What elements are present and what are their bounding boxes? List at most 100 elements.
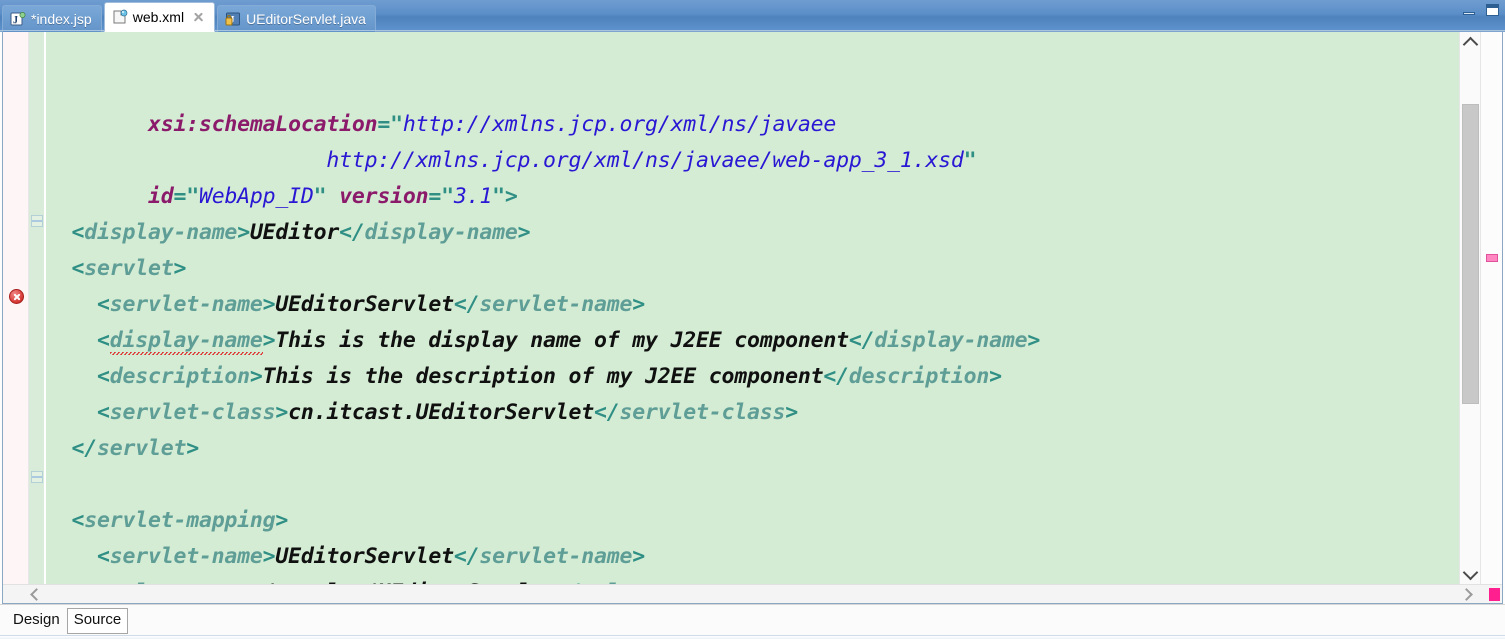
code-token: display-name [109, 328, 263, 355]
code-token: < [96, 400, 110, 425]
code-token: UEditorServlet [275, 292, 454, 317]
code-token: < [71, 256, 85, 281]
code-token: > [237, 220, 250, 245]
code-line[interactable]: <servlet> [46, 251, 1459, 287]
code-line[interactable]: <description>This is the description of … [46, 359, 1459, 395]
bottom-tab-design[interactable]: Design [6, 608, 67, 634]
code-token: > [1027, 328, 1041, 353]
editor-tabs: J *index.jsp web.xml J UEditorServlet.java [2, 0, 378, 32]
code-token: UEditorServlet [275, 544, 454, 569]
code-line[interactable]: <display-name>This is the display name o… [46, 323, 1459, 359]
code-token: servlet-mapping [84, 508, 276, 533]
code-line[interactable]: http://xmlns.jcp.org/xml/ns/javaee/web-a… [46, 143, 1459, 179]
overview-ruler-marker[interactable] [1486, 254, 1498, 262]
code-token: > [785, 400, 798, 425]
bottom-tab-source[interactable]: Source [66, 608, 129, 634]
code-token: < [71, 508, 85, 533]
code-token: < [96, 328, 110, 353]
code-line[interactable] [46, 467, 1459, 503]
error-marker-icon[interactable] [9, 289, 24, 304]
code-token: > [262, 292, 276, 317]
code-token: < [96, 364, 110, 389]
code-token: > [989, 364, 1002, 389]
code-token: 3.1 [453, 184, 493, 209]
code-token: " [390, 112, 403, 137]
chevron-up-icon[interactable] [1460, 32, 1481, 52]
editor-tab-index-jsp[interactable]: J *index.jsp [2, 5, 102, 32]
editor-tab-web-xml[interactable]: web.xml [103, 2, 216, 32]
jsp-file-icon: J [10, 12, 26, 26]
code-folding-column[interactable] [29, 32, 45, 603]
code-token: xsi:schemaLocation [147, 112, 378, 137]
editor-bottom-bar: Design Source [0, 604, 1505, 639]
code-token: > [262, 328, 276, 353]
code-token: servlet-name [109, 544, 263, 569]
code-token: servlet-name [109, 292, 263, 317]
editor-tab-ueditorservlet-java[interactable]: J UEditorServlet.java [217, 5, 376, 32]
code-line[interactable]: <display-name>UEditor</display-name> [46, 215, 1459, 251]
code-line[interactable]: <url-pattern>/servlet/UEditorServlet</ur… [46, 575, 1459, 584]
chevron-right-icon[interactable] [1458, 585, 1478, 603]
code-line[interactable]: id="WebApp_ID" version="3.1"> [46, 179, 1459, 215]
window-minimize-icon[interactable] [1461, 3, 1478, 18]
code-token: </ [71, 436, 98, 461]
vertical-scrollbar[interactable] [1459, 32, 1480, 584]
code-token: " [186, 184, 199, 209]
editor-tab-bar: J *index.jsp web.xml J UEditorServlet.java [0, 0, 1505, 32]
code-token: </ [453, 292, 480, 317]
fold-collapse-icon[interactable] [31, 471, 43, 483]
code-token: > [262, 544, 276, 569]
editor-tab-label: web.xml [132, 9, 185, 25]
annotation-gutter[interactable] [3, 32, 29, 603]
xml-file-icon [113, 9, 128, 24]
window-maximize-icon[interactable] [1484, 3, 1501, 18]
code-token: < [71, 220, 85, 245]
design-source-tabs: Design Source [6, 608, 129, 634]
eclipse-editor-window: J *index.jsp web.xml J UEditorServlet.java x… [0, 0, 1505, 639]
code-line[interactable]: </servlet> [46, 431, 1459, 467]
code-token: version [339, 184, 429, 209]
vertical-scrollbar-thumb[interactable] [1462, 104, 1479, 404]
code-line[interactable]: <servlet-name>UEditorServlet</servlet-na… [46, 539, 1459, 575]
code-token: </ [848, 328, 875, 353]
code-token: = [377, 112, 391, 137]
code-token: description [848, 364, 990, 389]
code-token: > [632, 544, 646, 569]
code-token: UEditor [249, 220, 340, 245]
code-line[interactable]: <servlet-name>UEditorServlet</servlet-na… [46, 287, 1459, 323]
code-token: description [109, 364, 250, 389]
fold-collapse-icon[interactable] [31, 215, 43, 227]
editor-tab-label: *index.jsp [31, 11, 92, 27]
horizontal-scrollbar[interactable] [3, 584, 1502, 603]
code-token: This is the display name of my J2EE comp… [275, 328, 849, 353]
chevron-left-icon[interactable] [25, 585, 45, 603]
code-token: > [517, 220, 531, 245]
code-token: WebApp_ID [198, 184, 314, 209]
code-token: = [173, 184, 187, 209]
code-line[interactable]: <servlet-class>cn.itcast.UEditorServlet<… [46, 395, 1459, 431]
code-token: display-name [84, 220, 238, 245]
code-token: </ [339, 220, 365, 245]
code-token: > [632, 292, 646, 317]
code-token: </ [594, 400, 620, 425]
close-icon[interactable] [192, 11, 205, 24]
code-area[interactable]: xsi:schemaLocation="http://xmlns.jcp.org… [46, 32, 1459, 584]
code-token: This is the description of my J2EE compo… [262, 364, 824, 389]
code-token: http://xmlns.jcp.org/xml/ns/javaee/web-a… [326, 148, 964, 173]
code-token: " [313, 184, 327, 209]
code-line[interactable]: <servlet-mapping> [46, 503, 1459, 539]
overview-ruler[interactable] [1480, 32, 1502, 596]
java-file-icon: J [225, 12, 241, 26]
code-line[interactable]: xsi:schemaLocation="http://xmlns.jcp.org… [46, 107, 1459, 143]
chevron-down-icon[interactable] [1460, 564, 1481, 584]
